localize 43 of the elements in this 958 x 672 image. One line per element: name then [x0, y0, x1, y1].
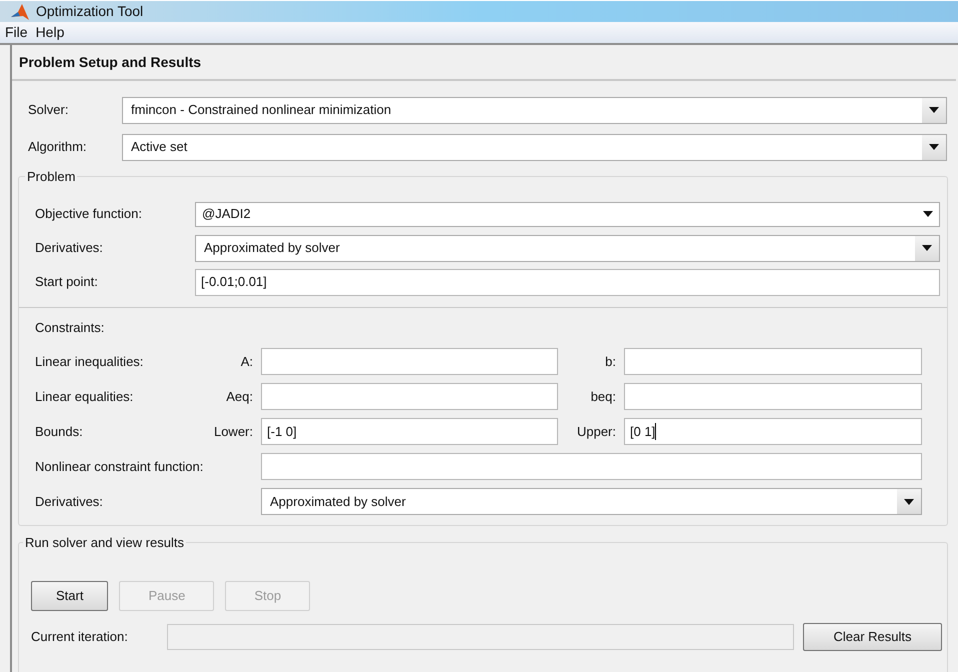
app-logo-icon	[10, 2, 30, 20]
constraint-field[interactable]	[624, 383, 922, 410]
field-label: Start point:	[35, 273, 99, 292]
clear-results-button[interactable]: Clear Results	[803, 623, 942, 651]
field-label: Solver:	[28, 101, 70, 120]
field-label: Nonlinear constraint function:	[35, 458, 204, 476]
constraint-field[interactable]: [0 1]	[624, 418, 922, 445]
section-heading: Constraints:	[35, 319, 106, 337]
algorithm-dropdown[interactable]: Active set	[122, 134, 947, 160]
panel-title: Problem Setup and Results	[19, 52, 202, 72]
field-label: Objective function:	[35, 205, 143, 224]
field-label: Aeq:	[225, 388, 254, 406]
constraint-field[interactable]: [-1 0]	[261, 418, 558, 445]
start-point-field[interactable]: [-0.01;0.01]	[195, 268, 940, 296]
field-label: Algorithm:	[28, 138, 88, 156]
field-label: beq:	[590, 388, 617, 406]
constraint-derivatives-dropdown[interactable]: Approximated by solver	[261, 488, 922, 515]
field-label: Linear equalities:	[35, 388, 134, 406]
derivatives-dropdown[interactable]: Approximated by solver	[195, 234, 940, 262]
menu-item[interactable]: Help	[36, 22, 64, 43]
field-label: A:	[240, 352, 254, 371]
nonlinear-constraint-field[interactable]	[261, 453, 922, 480]
dropdown-arrow-icon	[929, 107, 939, 113]
menu-item[interactable]: File	[5, 22, 28, 43]
field-label: Current iteration:	[31, 628, 129, 646]
objective-combo[interactable]: @JADI2	[195, 202, 940, 226]
dropdown-arrow-icon	[922, 245, 932, 251]
field-label: Lower:	[212, 422, 254, 441]
solver-dropdown[interactable]: fmincon - Constrained nonlinear minimization	[122, 96, 947, 124]
action-button[interactable]: Start	[31, 581, 108, 611]
field-label: Upper:	[576, 422, 617, 441]
field-label: Derivatives:	[35, 239, 104, 258]
field-label: Bounds:	[35, 422, 84, 441]
field-label: b:	[604, 352, 617, 371]
constraint-field[interactable]	[261, 348, 558, 375]
dropdown-arrow-icon	[923, 211, 933, 217]
dropdown-arrow-icon	[929, 144, 939, 150]
window-title: Optimization Tool	[36, 2, 144, 21]
field-label: Derivatives:	[35, 492, 104, 511]
constraint-field[interactable]	[624, 348, 922, 375]
constraint-field[interactable]	[261, 383, 558, 410]
field-label: Linear inequalities:	[35, 352, 144, 371]
dropdown-arrow-icon	[904, 498, 914, 504]
